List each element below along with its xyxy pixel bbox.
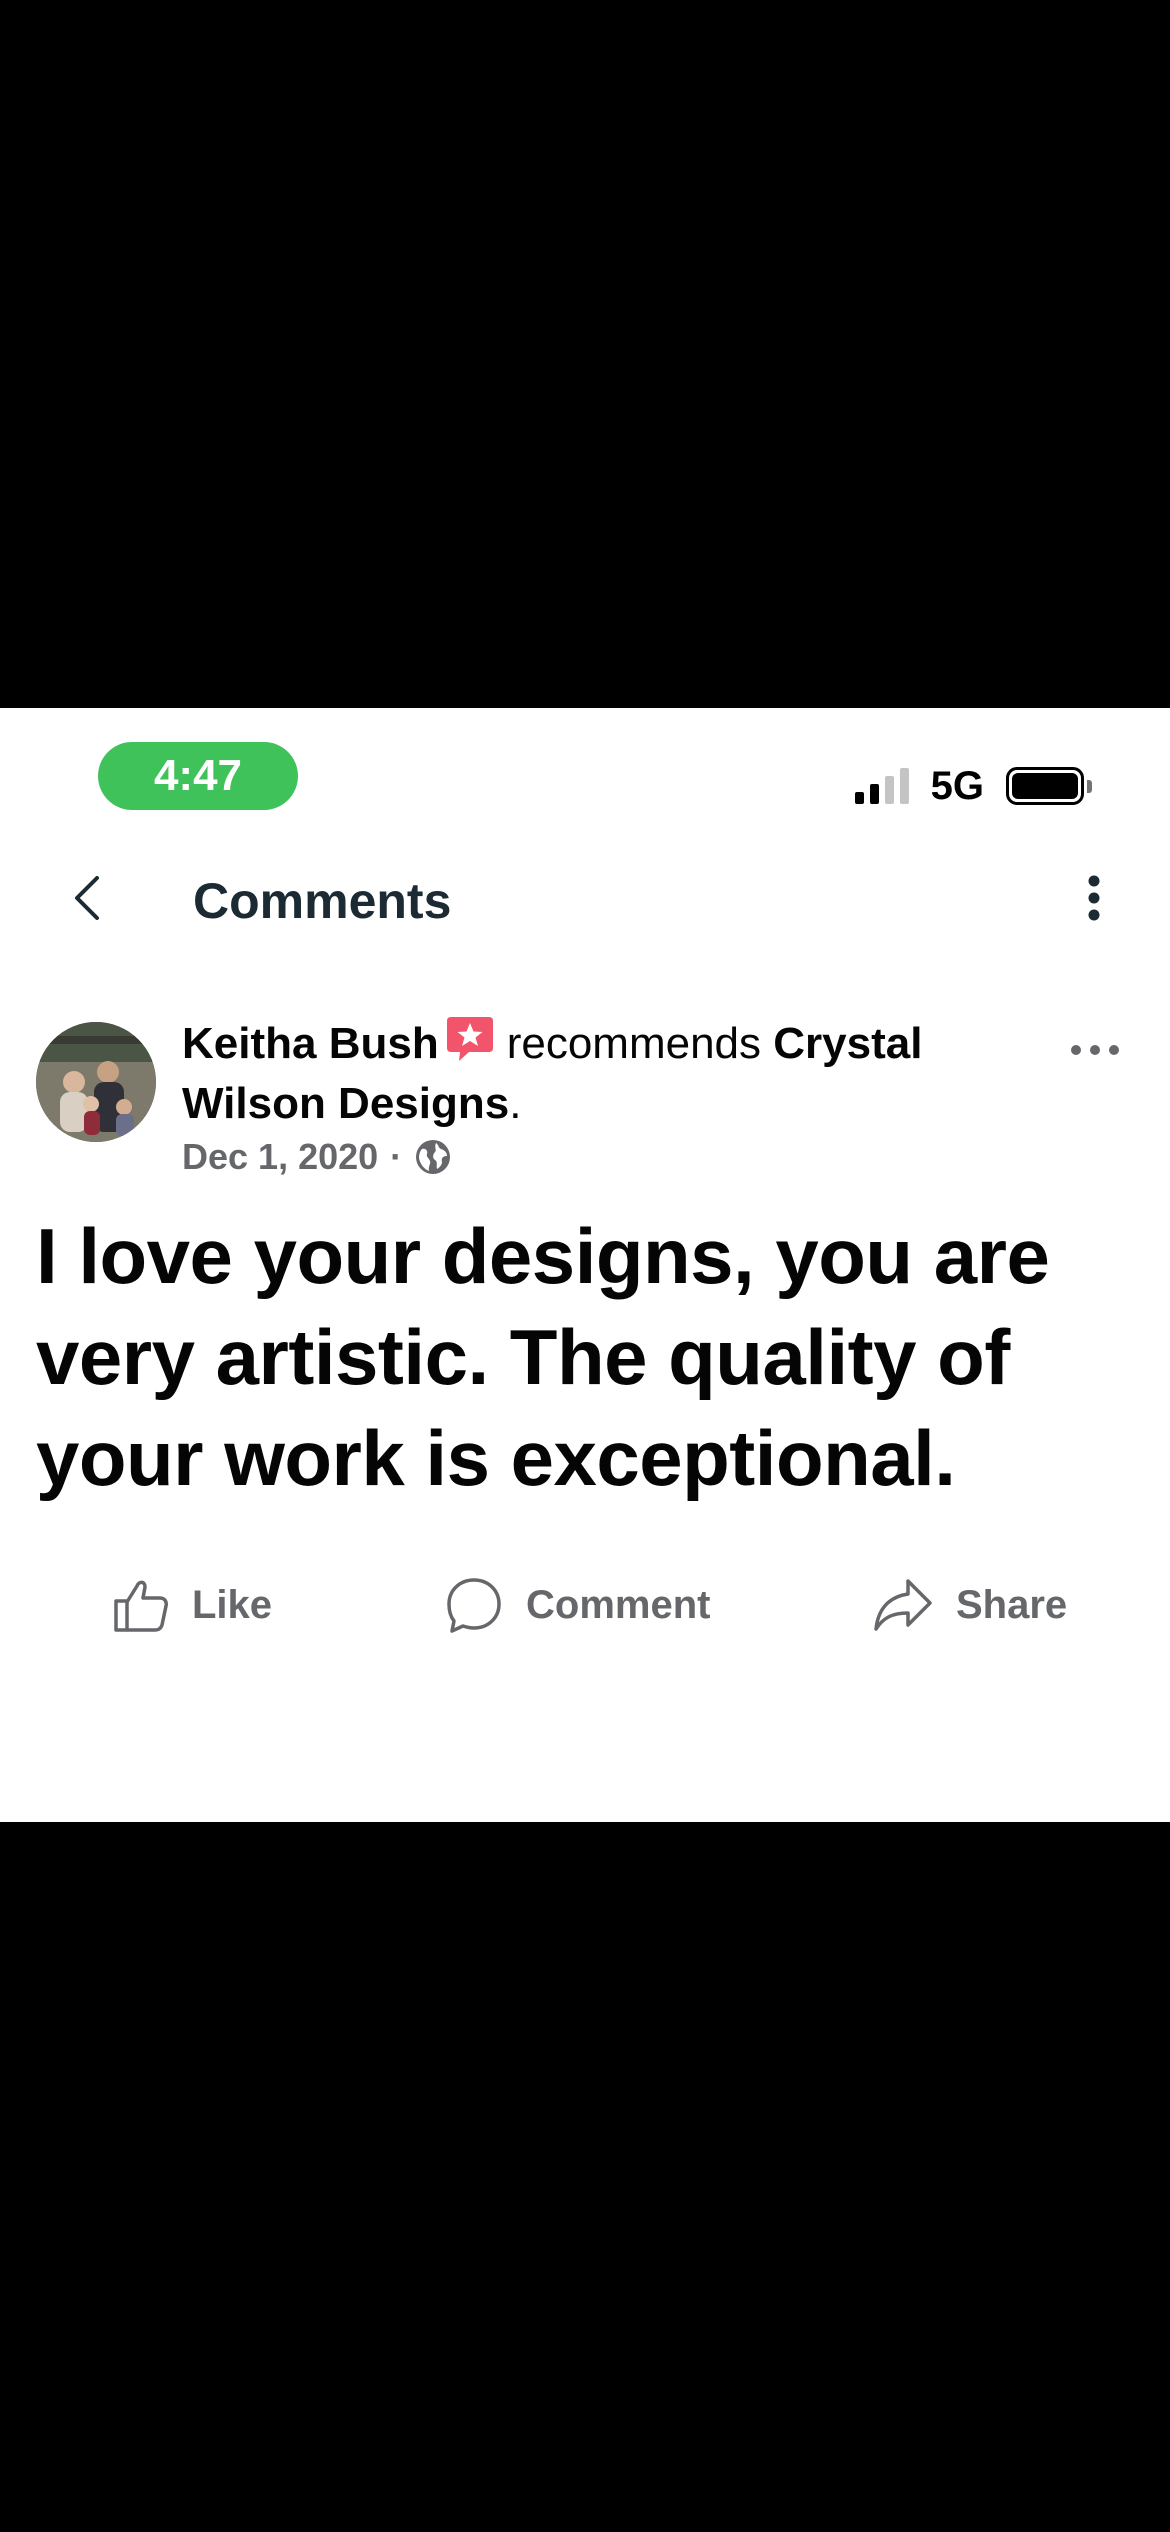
comment-label: Comment — [526, 1582, 711, 1627]
post-headline: Keitha Bush recommends Crystal Wilson De… — [182, 1014, 1042, 1134]
network-type: 5G — [930, 763, 984, 808]
status-time: 4:47 — [98, 742, 298, 810]
post-text: I love your designs, you are very artist… — [36, 1212, 1050, 1502]
comment-button[interactable]: Comment — [444, 1560, 710, 1650]
back-chevron-icon — [75, 876, 99, 920]
more-vertical-icon — [1088, 875, 1100, 921]
signal-icon — [854, 768, 909, 804]
comment-icon — [447, 1578, 501, 1633]
headline-period: . — [509, 1079, 522, 1128]
globe-icon — [416, 1140, 451, 1174]
phone-screen: 4:47 5G Comments Keitha Bush recommends … — [0, 708, 1170, 1822]
share-label: Share — [956, 1582, 1068, 1627]
post-date[interactable]: Dec 1, 2020 — [182, 1136, 378, 1178]
share-button[interactable]: Share — [872, 1560, 1067, 1650]
author-name[interactable]: Keitha Bush — [182, 1019, 439, 1068]
battery-icon — [1006, 767, 1092, 805]
comments-header: Comments — [0, 848, 1170, 948]
recommend-badge-icon — [446, 1017, 493, 1061]
more-options-button[interactable] — [1074, 870, 1114, 926]
like-label: Like — [192, 1582, 273, 1627]
post-action-bar: Like Comment Share — [0, 1560, 1170, 1650]
letterbox-top — [0, 0, 1170, 708]
share-icon — [874, 1579, 932, 1631]
like-button[interactable]: Like — [112, 1560, 272, 1650]
recommends-verb: recommends — [506, 1019, 762, 1068]
post-subline: Dec 1, 2020 · — [182, 1136, 1042, 1178]
page-title: Comments — [193, 873, 452, 929]
more-horizontal-icon — [1071, 1045, 1119, 1055]
meta-separator: · — [390, 1136, 403, 1177]
status-indicators: 5G — [854, 763, 1092, 808]
post-options-button[interactable] — [1060, 1030, 1130, 1070]
author-avatar[interactable] — [36, 1022, 156, 1142]
avatar-photo — [36, 1022, 156, 1142]
back-button[interactable] — [62, 870, 112, 926]
like-icon — [114, 1580, 168, 1632]
letterbox-bottom — [0, 1822, 1170, 2532]
post-meta: Keitha Bush recommends Crystal Wilson De… — [182, 1014, 1042, 1178]
